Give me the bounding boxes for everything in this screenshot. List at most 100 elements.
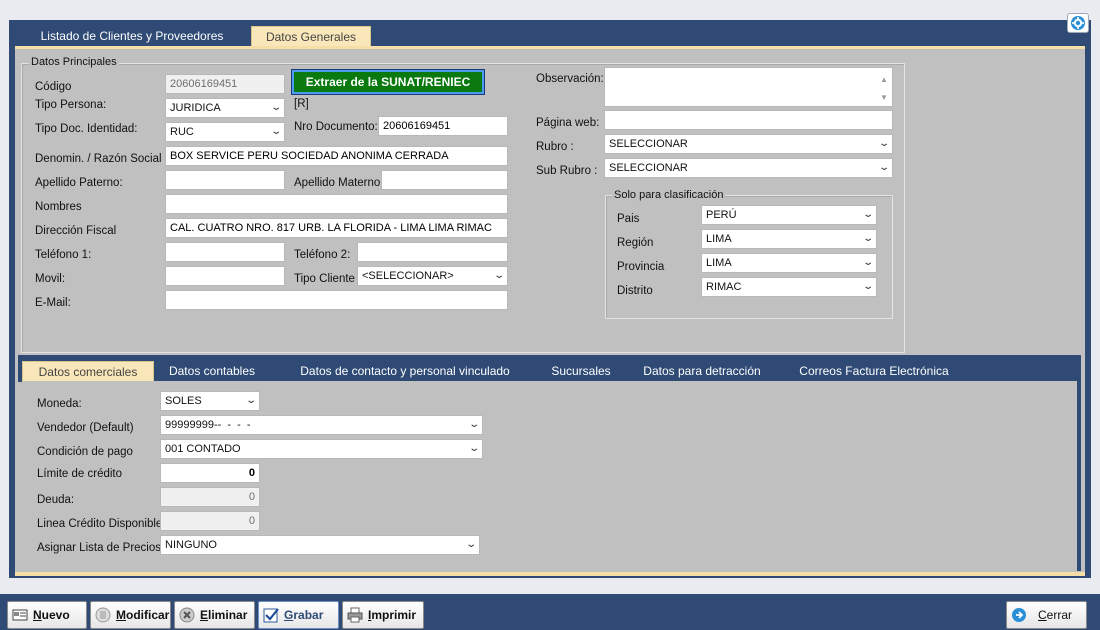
chevron-down-icon: ⌄: [269, 126, 282, 137]
vendedor-select[interactable]: 99999999-- - - - ⌄: [160, 415, 483, 435]
vendedor-label: Vendedor (Default): [37, 422, 134, 434]
limite-credito-label: Límite de crédito: [37, 468, 123, 480]
region-select[interactable]: LIMA ⌄: [701, 229, 877, 249]
eliminar-initial: E: [200, 608, 209, 622]
tab-sucursales[interactable]: Sucursales: [544, 361, 618, 381]
rubro-value: SELECCIONAR: [609, 138, 688, 150]
imprimir-rest: mprimir: [371, 608, 417, 622]
chevron-down-icon: ⌄: [467, 443, 480, 454]
chevron-down-icon: ⌄: [269, 102, 282, 113]
sub-rubro-value: SELECCIONAR: [609, 162, 688, 174]
tipo-doc-select[interactable]: RUC ⌄: [165, 122, 285, 142]
chevron-down-icon: ⌄: [467, 419, 480, 430]
chevron-down-icon: ⌄: [877, 138, 890, 149]
razon-social-label: Denomin. / Razón Social: [35, 153, 162, 165]
telefono2-label: Teléfono 2:: [294, 249, 351, 261]
grabar-button[interactable]: Grabar: [258, 601, 339, 629]
nombres-field[interactable]: [165, 194, 508, 214]
delete-icon: [179, 607, 195, 623]
condicion-pago-value: 001 CONTADO: [165, 443, 241, 455]
nro-documento-field[interactable]: 20606169451: [378, 116, 508, 136]
movil-field[interactable]: [165, 266, 285, 286]
limite-credito-field[interactable]: 0: [160, 463, 260, 483]
nombres-label: Nombres: [35, 201, 82, 213]
pagina-web-field[interactable]: [604, 110, 893, 130]
chevron-down-icon: ⌄: [861, 281, 874, 292]
settings-icon: [1071, 16, 1085, 30]
pagina-web-label: Página web:: [536, 117, 600, 129]
moneda-value: SOLES: [165, 395, 202, 407]
distrito-label: Distrito: [617, 285, 653, 297]
tab-datos-contacto[interactable]: Datos de contacto y personal vinculado: [298, 361, 512, 381]
edit-icon: [95, 607, 111, 623]
tipo-cliente-select[interactable]: <SELECCIONAR> ⌄: [357, 266, 508, 286]
tab-correos-factura[interactable]: Correos Factura Electrónica: [795, 361, 953, 381]
razon-social-field[interactable]: BOX SERVICE PERU SOCIEDAD ANONIMA CERRAD…: [165, 146, 508, 166]
imprimir-button[interactable]: Imprimir: [342, 601, 424, 629]
condicion-pago-label: Condición de pago: [37, 446, 133, 458]
clasificacion-legend: Solo para clasificación: [612, 189, 726, 201]
nuevo-button[interactable]: Nuevo: [7, 601, 87, 629]
tab-datos-generales[interactable]: Datos Generales: [251, 26, 371, 46]
nuevo-rest: uevo: [41, 608, 70, 622]
linea-credito-field[interactable]: 0: [160, 511, 260, 531]
rubro-select[interactable]: SELECCIONAR ⌄: [604, 134, 893, 154]
tab-datos-detraccion[interactable]: Datos para detracción: [640, 361, 764, 381]
distrito-select[interactable]: RIMAC ⌄: [701, 277, 877, 297]
lista-precios-value: NINGUNO: [165, 539, 217, 551]
email-field[interactable]: [165, 290, 508, 310]
tab-datos-contables[interactable]: Datos contables: [164, 361, 260, 381]
tab-datos-comerciales[interactable]: Datos comerciales: [22, 361, 154, 381]
provincia-select[interactable]: LIMA ⌄: [701, 253, 877, 273]
lista-precios-select[interactable]: NINGUNO ⌄: [160, 535, 480, 555]
chevron-down-icon: ⌄: [877, 162, 890, 173]
modificar-initial: M: [116, 608, 126, 622]
direccion-field[interactable]: CAL. CUATRO NRO. 817 URB. LA FLORIDA - L…: [165, 218, 508, 238]
save-check-icon: [263, 607, 279, 623]
scroll-down-icon[interactable]: ▼: [877, 90, 891, 104]
provincia-label: Provincia: [617, 261, 665, 273]
apellido-materno-label: Apellido Materno:: [294, 177, 384, 189]
moneda-label: Moneda:: [37, 398, 82, 410]
panel-border: [1077, 381, 1081, 571]
sub-rubro-select[interactable]: SELECCIONAR ⌄: [604, 158, 893, 178]
rubro-label: Rubro :: [536, 141, 574, 153]
telefono1-field[interactable]: [165, 242, 285, 262]
settings-button[interactable]: [1067, 13, 1089, 33]
tipo-cliente-label: Tipo Cliente: [294, 273, 355, 285]
observacion-label: Observación:: [536, 73, 604, 85]
cerrar-rest: errar: [1046, 608, 1073, 622]
pais-label: Pais: [617, 213, 640, 225]
cerrar-button[interactable]: Cerrar: [1006, 601, 1087, 629]
scroll-up-icon[interactable]: ▲: [877, 72, 891, 86]
telefono2-field[interactable]: [357, 242, 508, 262]
provincia-value: LIMA: [706, 257, 732, 269]
moneda-select[interactable]: SOLES ⌄: [160, 391, 260, 411]
tipo-persona-value: JURIDICA: [170, 102, 221, 114]
tipo-cliente-value: <SELECCIONAR>: [362, 270, 454, 282]
grabar-rest: rabar: [293, 608, 324, 622]
pais-select[interactable]: PERÚ ⌄: [701, 205, 877, 225]
datos-principales-legend: Datos Principales: [29, 56, 119, 68]
condicion-pago-select[interactable]: 001 CONTADO ⌄: [160, 439, 483, 459]
extraer-sunat-button[interactable]: Extraer de la SUNAT/RENIEC: [292, 70, 484, 94]
sunat-button-label: Extraer de la SUNAT/RENIEC: [305, 75, 471, 89]
chevron-down-icon: ⌄: [464, 539, 477, 550]
telefono1-label: Teléfono 1:: [35, 249, 92, 261]
chevron-down-icon: ⌄: [492, 270, 505, 281]
linea-credito-label: Linea Crédito Disponible: [37, 518, 163, 530]
observacion-textarea[interactable]: ▲ ▼: [604, 67, 893, 107]
nuevo-initial: N: [33, 608, 42, 622]
apellido-paterno-field[interactable]: [165, 170, 285, 190]
chevron-down-icon: ⌄: [244, 395, 257, 406]
direccion-label: Dirección Fiscal: [35, 225, 117, 237]
apellido-materno-field[interactable]: [381, 170, 508, 190]
deuda-field[interactable]: 0: [160, 487, 260, 507]
grabar-initial: G: [284, 608, 294, 622]
modificar-button[interactable]: Modificar: [90, 601, 171, 629]
codigo-field[interactable]: 20606169451: [165, 74, 285, 94]
cerrar-initial: C: [1038, 608, 1047, 622]
tab-listado[interactable]: Listado de Clientes y Proveedores: [34, 26, 230, 46]
tipo-persona-select[interactable]: JURIDICA ⌄: [165, 98, 285, 118]
eliminar-button[interactable]: Eliminar: [174, 601, 255, 629]
